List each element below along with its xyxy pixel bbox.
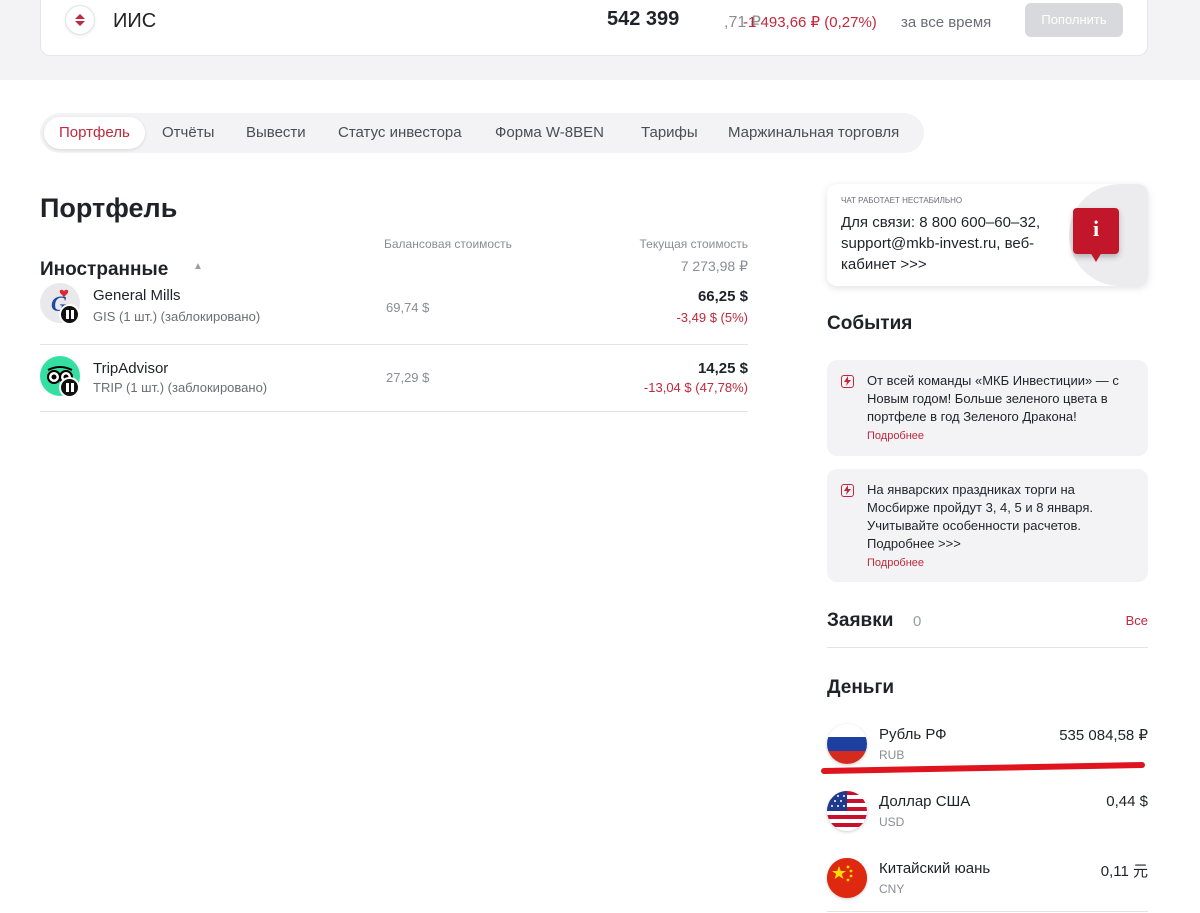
account-period: за все время <box>901 14 992 31</box>
currency-value: 0,44 $ <box>1106 793 1148 810</box>
blocked-pause-icon <box>59 304 80 325</box>
tab-tariffs[interactable]: Тарифы <box>641 117 698 149</box>
group-total: 7 273,98 ₽ <box>680 258 748 274</box>
event-more-link[interactable]: Подробнее <box>867 430 924 442</box>
security-balance: 27,29 $ <box>386 370 430 385</box>
currency-value: 535 084,58 ₽ <box>1059 727 1148 744</box>
security-ticker: TRIP (1 шт.) (заблокировано) <box>93 380 268 395</box>
security-change: -3,49 $ (5%) <box>676 310 748 325</box>
account-value: 542 399 <box>607 8 680 30</box>
column-balance-value: Балансовая стоимость <box>384 237 512 251</box>
money-item-cny[interactable]: Китайский юань CNY 0,11 元 <box>827 854 1148 913</box>
event-card[interactable]: На январских праздниках торги на Мосбирж… <box>827 469 1148 582</box>
divider <box>827 647 1148 648</box>
info-badge-label: i <box>1092 216 1100 241</box>
events-title: События <box>827 313 913 334</box>
security-current: 14,25 $ <box>697 360 748 377</box>
chat-contact-text[interactable]: Для связи: 8 800 600–60–32, support@mkb-… <box>841 212 1079 275</box>
group-title[interactable]: Иностранные <box>40 259 168 281</box>
event-text: На январских праздниках торги на Мосбирж… <box>867 482 1094 551</box>
tab-investor-status[interactable]: Статус инвестора <box>338 117 462 149</box>
red-underline-annotation <box>821 762 1145 774</box>
security-ticker: GIS (1 шт.) (заблокировано) <box>93 309 261 324</box>
expand-collapse-icon[interactable] <box>65 5 95 35</box>
security-change: -13,04 $ (47,78%) <box>643 380 748 395</box>
security-current: 66,25 $ <box>697 288 748 305</box>
currency-code: USD <box>879 815 905 829</box>
portfolio-title: Портфель <box>40 193 178 223</box>
topup-button[interactable]: Пополнить <box>1025 3 1123 37</box>
account-tabs: Портфель Отчёты Вывести Статус инвестора… <box>40 113 924 153</box>
orders-title: Заявки <box>827 610 894 631</box>
currency-code: CNY <box>879 882 905 896</box>
money-item-usd[interactable]: Доллар США USD 0,44 $ <box>827 787 1148 847</box>
tab-withdraw[interactable]: Вывести <box>246 117 306 149</box>
security-name: TripAdvisor <box>93 360 169 377</box>
event-card[interactable]: От всей команды «МКБ Инвестиции» — с Нов… <box>827 360 1148 456</box>
account-change: -1 493,66 ₽ (0,27%) <box>743 14 877 31</box>
orders-all-link[interactable]: Все <box>1100 613 1148 628</box>
sort-arrows-icon <box>75 14 85 26</box>
security-name: General Mills <box>93 287 181 304</box>
orders-count: 0 <box>913 613 922 630</box>
account-band: ИИС 542 399 ,71 ₽ -1 493,66 ₽ (0,27%) за… <box>0 0 1200 80</box>
lightning-icon <box>841 375 854 388</box>
event-more-link[interactable]: Подробнее <box>867 557 924 569</box>
account-card[interactable]: ИИС 542 399 ,71 ₽ -1 493,66 ₽ (0,27%) за… <box>40 0 1148 56</box>
account-name: ИИС <box>113 10 157 32</box>
info-icon: i <box>1073 208 1119 262</box>
column-current-value: Текущая стоимость <box>639 237 748 251</box>
china-flag-icon <box>827 858 867 898</box>
blocked-pause-icon <box>59 377 80 398</box>
currency-value: 0,11 元 <box>1100 863 1148 880</box>
usa-flag-icon <box>827 791 867 831</box>
currency-name: Рубль РФ <box>879 726 947 743</box>
divider <box>827 911 1148 912</box>
tab-reports[interactable]: Отчёты <box>162 117 214 149</box>
chat-status-tag: Чат работает нестабильно <box>841 196 963 205</box>
table-row[interactable]: TripAdvisor TRIP (1 шт.) (заблокировано)… <box>40 345 748 412</box>
lightning-icon <box>841 484 854 497</box>
tab-portfolio[interactable]: Портфель <box>44 117 145 149</box>
table-row[interactable]: G General Mills GIS (1 шт.) (заблокирова… <box>40 281 748 345</box>
currency-name: Китайский юань <box>879 860 991 877</box>
security-balance: 69,74 $ <box>386 300 430 315</box>
caret-up-icon[interactable]: ▲ <box>193 261 203 272</box>
event-text: От всей команды «МКБ Инвестиции» — с Нов… <box>867 373 1119 424</box>
chat-notice-card[interactable]: Чат работает нестабильно Для связи: 8 80… <box>827 184 1148 286</box>
tab-margin-trading[interactable]: Маржинальная торговля <box>728 117 899 149</box>
russia-flag-icon <box>827 724 867 764</box>
money-title: Деньги <box>827 677 895 698</box>
tab-w8ben[interactable]: Форма W-8BEN <box>495 117 604 149</box>
currency-name: Доллар США <box>879 793 971 810</box>
